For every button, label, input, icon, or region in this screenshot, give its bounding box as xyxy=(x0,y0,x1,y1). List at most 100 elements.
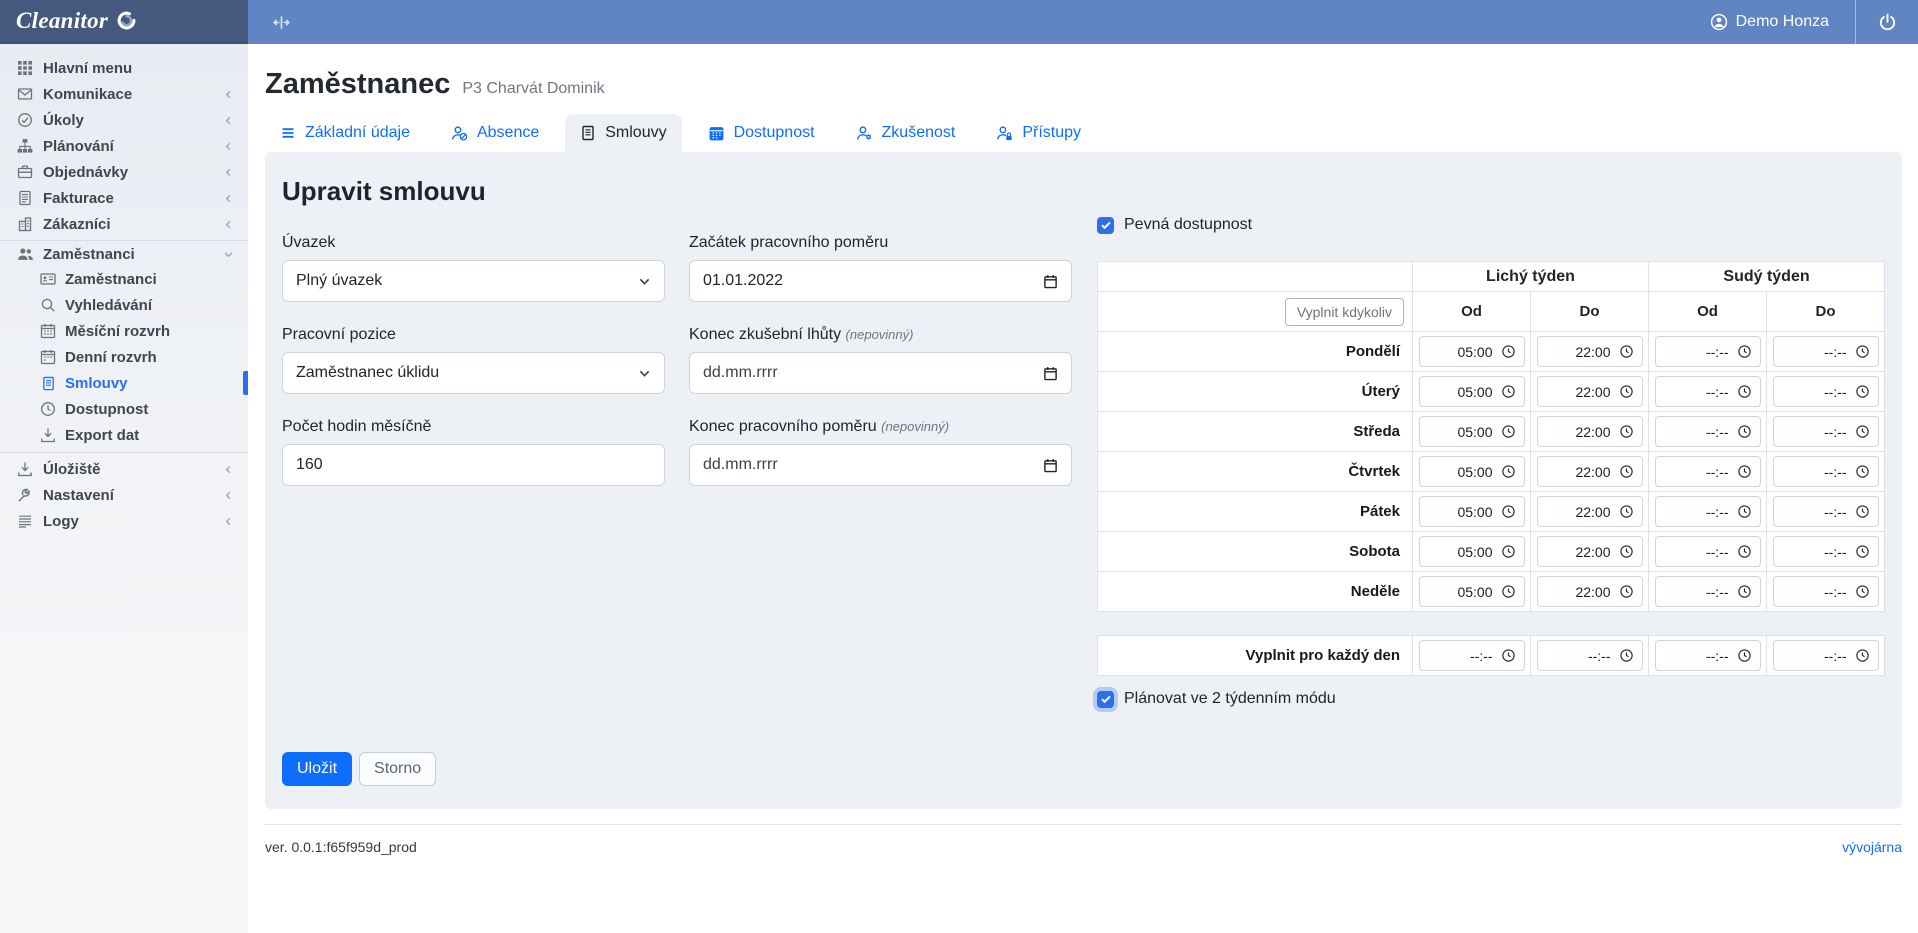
time-input[interactable]: 05:00 xyxy=(1419,496,1525,527)
time-input[interactable]: --:-- xyxy=(1655,376,1761,407)
logout-power-icon[interactable] xyxy=(1856,0,1918,44)
sidebar-subitem-smlouvy[interactable]: Smlouvy xyxy=(0,370,248,396)
chevron-down-icon xyxy=(223,249,234,260)
fixed-availability-checkbox[interactable] xyxy=(1097,217,1114,234)
time-input[interactable]: 22:00 xyxy=(1537,496,1643,527)
sidebar-subitem-zamestnanci[interactable]: Zaměstnanci xyxy=(0,266,248,292)
time-input[interactable]: --:-- xyxy=(1773,536,1879,567)
time-input[interactable]: 22:00 xyxy=(1537,456,1643,487)
two-week-mode-checkbox[interactable] xyxy=(1097,691,1114,708)
sidebar-toggle-icon[interactable] xyxy=(273,14,290,31)
tab-zakladni-udaje[interactable]: Základní údaje xyxy=(265,114,425,152)
clock-icon xyxy=(1737,544,1752,559)
clock-icon xyxy=(1737,344,1752,359)
sidebar-item-nastaveni[interactable]: Nastavení xyxy=(0,482,248,508)
zkusebni-label: Konec zkušební lhůty (nepovinný) xyxy=(689,326,1072,344)
time-input[interactable]: 05:00 xyxy=(1419,336,1525,367)
chevron-left-icon xyxy=(223,167,234,178)
table-row: Sobota 05:00 22:00 --:-- --:-- xyxy=(1098,532,1885,572)
chevron-left-icon xyxy=(223,516,234,527)
tab-absence[interactable]: Absence xyxy=(436,114,554,152)
time-input[interactable]: 05:00 xyxy=(1419,416,1525,447)
time-input[interactable]: --:-- xyxy=(1655,640,1761,671)
tab-zkusenost[interactable]: Zkušenost xyxy=(841,114,971,152)
top-bar: Demo Honza xyxy=(248,0,1918,44)
konec-date-input[interactable]: dd.mm.rrrr xyxy=(689,444,1072,486)
cancel-button[interactable]: Storno xyxy=(359,752,436,786)
pozice-select[interactable]: Zaměstnanec úklidu xyxy=(282,352,665,394)
tab-dostupnost[interactable]: Dostupnost xyxy=(693,114,830,152)
time-input[interactable]: 05:00 xyxy=(1419,376,1525,407)
list-lines-icon xyxy=(14,513,36,529)
sidebar-item-ukoly[interactable]: Úkoly xyxy=(0,107,248,133)
sidebar-item-logy[interactable]: Logy xyxy=(0,508,248,534)
tab-pristupy[interactable]: Přístupy xyxy=(981,114,1096,152)
time-input[interactable]: 22:00 xyxy=(1537,536,1643,567)
time-input[interactable]: 22:00 xyxy=(1537,416,1643,447)
zkusebni-date-input[interactable]: dd.mm.rrrr xyxy=(689,352,1072,394)
user-menu[interactable]: Demo Honza xyxy=(1710,13,1829,31)
time-input[interactable]: --:-- xyxy=(1655,336,1761,367)
sidebar-subitem-mesicni-rozvrh[interactable]: Měsíční rozvrh xyxy=(0,318,248,344)
time-input[interactable]: --:-- xyxy=(1773,456,1879,487)
sidebar-item-planovani[interactable]: Plánování xyxy=(0,133,248,159)
time-input[interactable]: 05:00 xyxy=(1419,576,1525,607)
version-text: ver. 0.0.1:f65f959d_prod xyxy=(265,839,417,855)
time-input[interactable]: --:-- xyxy=(1655,576,1761,607)
zacatek-date-input[interactable]: 01.01.2022 xyxy=(689,260,1072,302)
time-input[interactable]: --:-- xyxy=(1773,416,1879,447)
clock-icon xyxy=(1855,584,1870,599)
clock-icon xyxy=(1855,464,1870,479)
clock-icon xyxy=(1501,648,1516,663)
time-input[interactable]: --:-- xyxy=(1419,640,1525,671)
sidebar-item-komunikace[interactable]: Komunikace xyxy=(0,81,248,107)
hodiny-input[interactable] xyxy=(282,444,665,486)
time-input[interactable]: --:-- xyxy=(1655,496,1761,527)
time-input[interactable]: --:-- xyxy=(1773,376,1879,407)
sidebar-item-zamestnanci[interactable]: Zaměstnanci xyxy=(0,240,248,266)
uvazek-select[interactable]: Plný úvazek xyxy=(282,260,665,302)
fill-anytime-button[interactable]: Vyplnit kdykoliv xyxy=(1285,298,1404,326)
time-input[interactable]: 22:00 xyxy=(1537,376,1643,407)
clock-icon xyxy=(1619,584,1634,599)
clock-icon xyxy=(1619,424,1634,439)
fixed-availability-label: Pevná dostupnost xyxy=(1124,216,1252,234)
time-input[interactable]: 22:00 xyxy=(1537,336,1643,367)
save-button[interactable]: Uložit xyxy=(282,752,352,786)
sidebar-item-objednavky[interactable]: Objednávky xyxy=(0,159,248,185)
user-avatar-icon xyxy=(1710,13,1728,31)
sidebar-subitem-denni-rozvrh[interactable]: Denní rozvrh xyxy=(0,344,248,370)
sidebar-item-fakturace[interactable]: Fakturace xyxy=(0,185,248,211)
day-label: Středa xyxy=(1098,412,1413,452)
building-icon xyxy=(14,216,36,232)
time-input[interactable]: 05:00 xyxy=(1419,456,1525,487)
dev-link[interactable]: vývojárna xyxy=(1842,839,1902,855)
tab-smlouvy[interactable]: Smlouvy xyxy=(565,114,681,152)
clock-icon xyxy=(1501,544,1516,559)
od-header: Od xyxy=(1649,292,1767,332)
time-input[interactable]: 22:00 xyxy=(1537,576,1643,607)
time-input[interactable]: --:-- xyxy=(1655,456,1761,487)
time-input[interactable]: --:-- xyxy=(1655,416,1761,447)
time-input[interactable]: 05:00 xyxy=(1419,536,1525,567)
calendar-day-icon xyxy=(38,349,58,365)
sidebar-subitem-export-dat[interactable]: Export dat xyxy=(0,422,248,448)
sidebar-item-hlavni-menu[interactable]: Hlavní menu xyxy=(0,55,248,81)
chevron-left-icon xyxy=(223,464,234,475)
chevron-left-icon xyxy=(223,89,234,100)
logo-area: Cleanitor xyxy=(0,0,248,44)
clock-icon xyxy=(1619,648,1634,663)
time-input[interactable]: --:-- xyxy=(1773,336,1879,367)
sidebar-item-uloziste[interactable]: Úložiště xyxy=(0,456,248,482)
sidebar-subitem-vyhledavani[interactable]: Vyhledávání xyxy=(0,292,248,318)
fill-all-days-table: Vyplnit pro každý den --:-- --:-- --:-- … xyxy=(1097,635,1885,676)
calendar-icon xyxy=(1043,458,1058,473)
time-input[interactable]: --:-- xyxy=(1773,640,1879,671)
hodiny-label: Počet hodin měsíčně xyxy=(282,418,665,436)
sidebar-item-zakaznici[interactable]: Zákazníci xyxy=(0,211,248,237)
time-input[interactable]: --:-- xyxy=(1773,576,1879,607)
sidebar-subitem-dostupnost[interactable]: Dostupnost xyxy=(0,396,248,422)
time-input[interactable]: --:-- xyxy=(1655,536,1761,567)
time-input[interactable]: --:-- xyxy=(1537,640,1643,671)
time-input[interactable]: --:-- xyxy=(1773,496,1879,527)
